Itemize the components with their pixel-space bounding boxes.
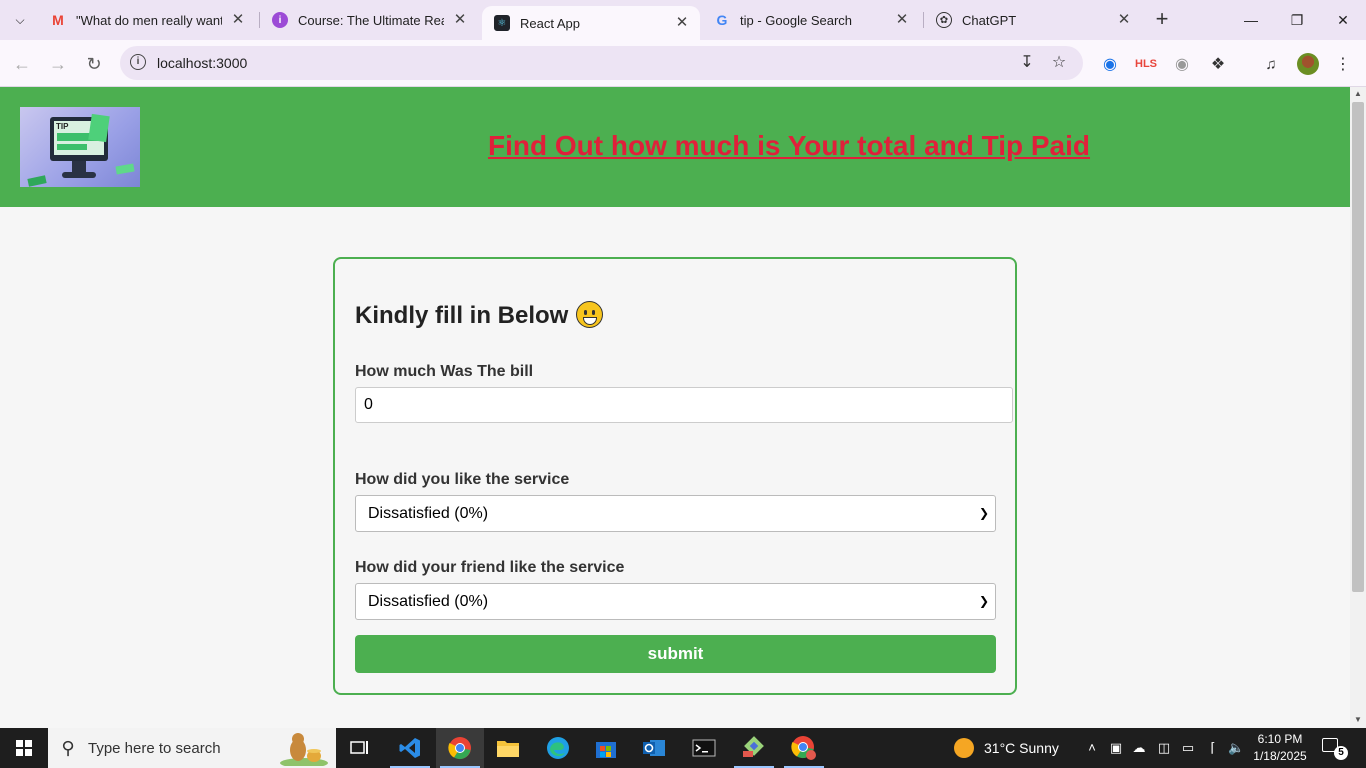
close-icon[interactable]: ✕ <box>674 15 690 31</box>
bill-input[interactable]: 0 <box>355 387 1013 423</box>
site-info-icon[interactable]: i <box>130 54 146 70</box>
install-app-icon[interactable]: ↧ <box>1017 53 1037 73</box>
friend-select-value: Dissatisfied (0%) <box>368 593 489 610</box>
kebab-menu-icon[interactable]: ⋮ <box>1331 52 1355 76</box>
search-highlight-bear-icon <box>280 733 328 766</box>
bill-label: How much Was The bill <box>355 363 534 380</box>
logo-text: TIP <box>56 122 69 131</box>
chrome-icon[interactable] <box>436 728 484 768</box>
app-header: TIP Find Out how much is Your total and … <box>0 87 1350 207</box>
bookmark-star-icon[interactable]: ☆ <box>1049 53 1069 73</box>
page-viewport: TIP Find Out how much is Your total and … <box>0 87 1350 728</box>
terminal-icon[interactable] <box>680 728 728 768</box>
chevron-up-icon[interactable]: ˄ <box>1084 740 1100 756</box>
tab-gmail[interactable]: M "What do men really want? ✕ <box>38 0 256 40</box>
sun-icon <box>954 738 974 758</box>
edge-icon[interactable] <box>534 728 582 768</box>
google-icon: G <box>716 12 728 28</box>
search-icon: ⚲ <box>61 737 75 758</box>
tab-title: tip - Google Search <box>740 12 853 28</box>
clock-time: 6:10 PM <box>1257 732 1303 746</box>
microsoft-store-icon[interactable] <box>582 728 630 768</box>
address-bar[interactable]: i localhost:3000 ↧ ☆ <box>120 46 1083 80</box>
window-close-icon[interactable]: ✕ <box>1320 0 1366 40</box>
notification-icon[interactable]: 5 <box>1322 738 1348 760</box>
extension-puzzle-piece-icon[interactable]: ◉ <box>1170 52 1194 76</box>
start-button[interactable] <box>0 728 48 768</box>
scroll-up-arrow-icon[interactable]: ▲ <box>1354 89 1362 98</box>
react-icon: ⚛ <box>494 15 510 31</box>
vscode-icon[interactable] <box>386 728 434 768</box>
task-view-icon[interactable] <box>336 728 384 768</box>
meet-now-icon[interactable]: ▣ <box>1108 740 1124 756</box>
tab-chatgpt[interactable]: ✿ ChatGPT ✕ <box>924 0 1142 40</box>
friend-label: How did your friend like the service <box>355 559 625 576</box>
gmail-icon: M <box>52 12 64 28</box>
weather-widget[interactable]: 31°C Sunny <box>954 728 1059 768</box>
weather-text: 31°C Sunny <box>984 740 1059 756</box>
form-heading-text: Kindly fill in Below <box>355 302 569 329</box>
system-clock[interactable]: 6:10 PM 1/18/2025 <box>1240 731 1320 765</box>
taskbar-search-box[interactable]: ⚲ Type here to search <box>48 728 336 768</box>
tab-title: Course: The Ultimate React C <box>298 12 444 28</box>
form-heading: Kindly fill in Below <box>355 301 604 330</box>
tab-course[interactable]: i Course: The Ultimate React C ✕ <box>260 0 478 40</box>
tab-google-search[interactable]: G tip - Google Search ✕ <box>702 0 920 40</box>
chrome-profile-icon[interactable] <box>780 728 828 768</box>
new-tab-plus-icon[interactable]: + <box>1150 8 1174 32</box>
restore-icon[interactable]: ❐ <box>1274 0 1320 40</box>
reload-icon[interactable]: ↻ <box>80 50 108 78</box>
tab-title: React App <box>520 15 580 31</box>
submit-button[interactable]: submit <box>355 635 996 673</box>
scroll-thumb[interactable] <box>1352 102 1364 592</box>
display-icon[interactable]: ◫ <box>1156 740 1172 756</box>
wifi-icon[interactable]: ⌈ <box>1205 740 1221 756</box>
scroll-down-arrow-icon[interactable]: ▼ <box>1354 715 1362 724</box>
page-scrollbar[interactable]: ▲ ▼ <box>1350 87 1366 728</box>
file-explorer-icon[interactable] <box>484 728 532 768</box>
service-select-value: Dissatisfied (0%) <box>368 505 489 522</box>
profile-avatar[interactable] <box>1296 52 1320 76</box>
course-icon: i <box>272 12 288 28</box>
minimize-icon[interactable]: — <box>1228 0 1274 40</box>
friend-select[interactable]: Dissatisfied (0%) ❯ <box>355 583 996 620</box>
windows-logo-icon <box>16 740 32 756</box>
page-title: Find Out how much is Your total and Tip … <box>488 130 1091 161</box>
back-arrow-icon[interactable]: ← <box>8 50 36 78</box>
tab-react-app[interactable]: ⚛ React App ✕ <box>482 6 700 40</box>
extension-chat-icon[interactable]: ◉ <box>1098 52 1122 76</box>
close-icon[interactable]: ✕ <box>1116 12 1132 28</box>
taskbar-search-placeholder: Type here to search <box>88 739 221 757</box>
service-label: How did you like the service <box>355 471 570 488</box>
windows-taskbar: ⚲ Type here to search 31°C Sunny ˄ ▣ ☁ ◫… <box>0 728 1366 768</box>
browser-toolbar: ← → ↻ i localhost:3000 ↧ ☆ ◉ HLS ◉ ❖ ♫ ⋮ <box>0 40 1366 87</box>
clock-date: 1/18/2025 <box>1253 749 1307 763</box>
close-icon[interactable]: ✕ <box>894 12 910 28</box>
service-select[interactable]: Dissatisfied (0%) ❯ <box>355 495 996 532</box>
forward-arrow-icon[interactable]: → <box>44 50 72 78</box>
url-text[interactable]: localhost:3000 <box>157 55 247 71</box>
tab-title: ChatGPT <box>962 12 1017 28</box>
close-icon[interactable]: ✕ <box>230 12 246 28</box>
battery-icon[interactable]: ▭ <box>1180 740 1196 756</box>
extension-hls-icon[interactable]: HLS <box>1134 52 1158 76</box>
onedrive-icon[interactable]: ☁ <box>1131 740 1147 756</box>
chatgpt-icon: ✿ <box>936 12 952 28</box>
tab-search-chevron-icon[interactable]: ⌵ <box>8 8 32 32</box>
outlook-icon[interactable] <box>630 728 678 768</box>
browser-tab-bar: ⌵ M "What do men really want? ✕ i Course… <box>0 0 1366 40</box>
close-icon[interactable]: ✕ <box>452 12 468 28</box>
git-tool-icon[interactable] <box>730 728 778 768</box>
grinning-face-icon <box>576 301 604 328</box>
extensions-icon[interactable]: ❖ <box>1206 52 1230 76</box>
chevron-down-icon: ❯ <box>978 594 989 608</box>
tip-form-card: Kindly fill in Below How much Was The bi… <box>333 257 1017 695</box>
tab-title: "What do men really want? <box>76 12 222 28</box>
notification-badge: 5 <box>1334 746 1348 760</box>
media-control-icon[interactable]: ♫ <box>1259 52 1283 76</box>
tip-logo-image: TIP <box>20 107 140 187</box>
chevron-down-icon: ❯ <box>978 506 989 520</box>
